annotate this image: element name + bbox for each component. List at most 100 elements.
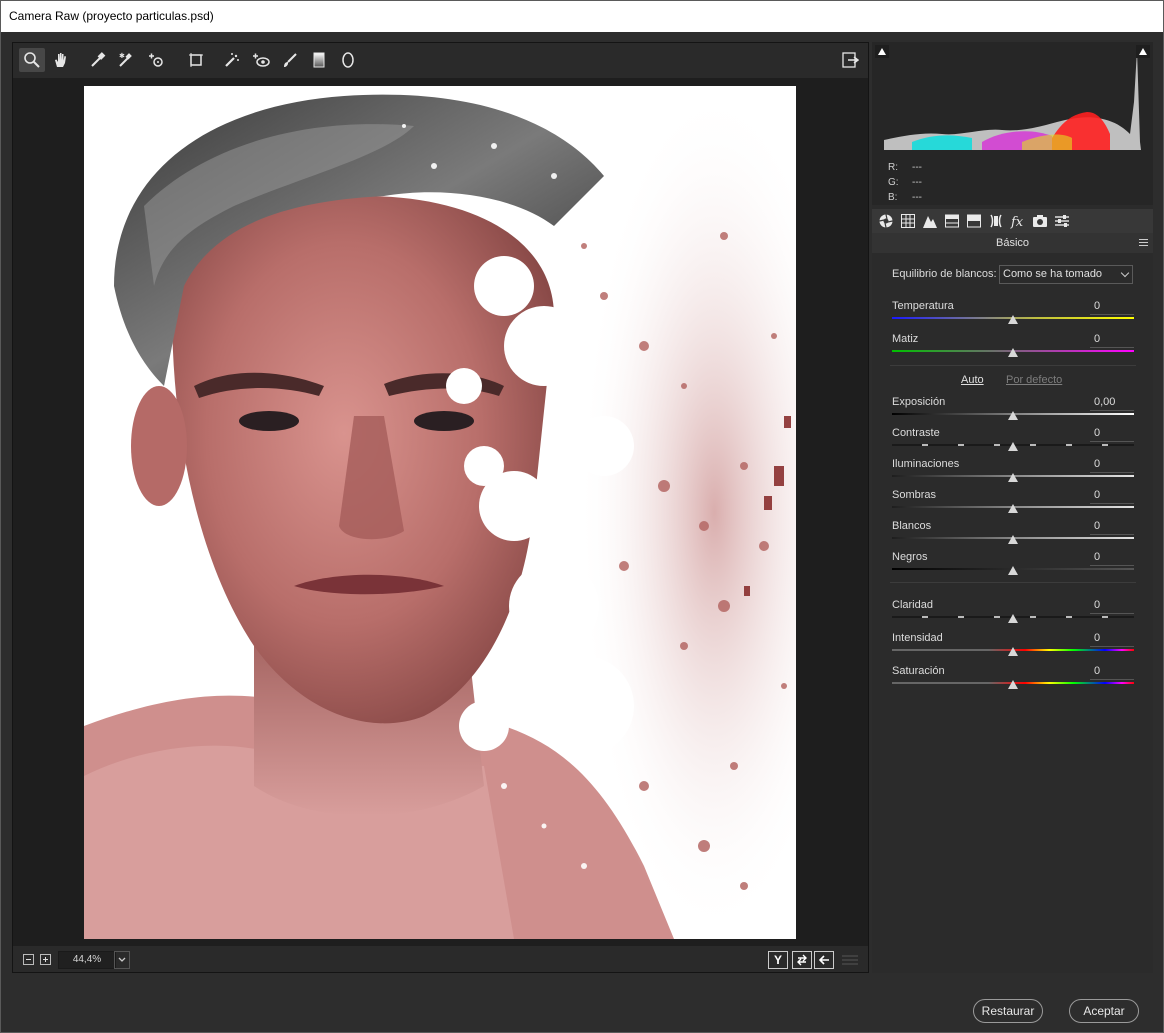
- slider-thumb[interactable]: [1008, 473, 1018, 482]
- slider-thumb[interactable]: [1008, 680, 1018, 689]
- canvas-area[interactable]: [13, 78, 868, 946]
- b-label: B:: [888, 192, 898, 203]
- radial-filter-tool-button[interactable]: [335, 48, 361, 72]
- slider-thumb[interactable]: [1008, 504, 1018, 513]
- swap-icon: [797, 954, 807, 966]
- toggle-settings-icon[interactable]: [841, 954, 859, 966]
- transform-icon: [189, 53, 203, 67]
- panel-menu-icon[interactable]: [1139, 239, 1148, 246]
- adjustment-brush-tool-button[interactable]: [277, 48, 303, 72]
- tab-basic[interactable]: [877, 212, 895, 230]
- zoom-in-button[interactable]: [40, 954, 51, 965]
- zoom-dropdown-button[interactable]: [114, 951, 130, 969]
- slider-value-field[interactable]: 0,00: [1090, 396, 1134, 411]
- white-balance-select[interactable]: Como se ha tomado: [999, 265, 1133, 284]
- slider-thumb[interactable]: [1008, 348, 1018, 357]
- slider-thumb[interactable]: [1008, 411, 1018, 420]
- slider-saturacion: Saturación 0: [892, 665, 1134, 695]
- divider: [890, 365, 1136, 366]
- accept-button[interactable]: Aceptar: [1069, 999, 1139, 1023]
- triangle-up-icon: [878, 48, 886, 55]
- color-sampler-tool-button[interactable]: ✱: [113, 48, 139, 72]
- svg-text:fx: fx: [1010, 215, 1024, 229]
- brush-icon: [284, 53, 297, 67]
- slider-value-field[interactable]: 0: [1090, 427, 1134, 442]
- slider-value-field[interactable]: 0: [1090, 665, 1134, 680]
- highlight-clipping-warning-button[interactable]: [1136, 45, 1150, 58]
- slider-intensidad: Intensidad 0: [892, 632, 1134, 662]
- slider-value-field[interactable]: 0: [1090, 300, 1134, 315]
- slider-thumb[interactable]: [1008, 647, 1018, 656]
- zoom-bar: 44,4% Y: [13, 946, 868, 972]
- slider-label: Exposición: [892, 396, 946, 408]
- hand-tool-button[interactable]: [48, 48, 74, 72]
- slider-thumb[interactable]: [1008, 442, 1018, 451]
- slider-label: Negros: [892, 551, 928, 563]
- auto-link[interactable]: Auto: [961, 374, 984, 386]
- lens-icon: [990, 214, 1002, 228]
- tab-split-toning[interactable]: [965, 212, 983, 230]
- targeted-adjustment-tool-button[interactable]: [143, 48, 169, 72]
- slider-value-field[interactable]: 0: [1090, 551, 1134, 566]
- slider-value-field[interactable]: 0: [1090, 520, 1134, 535]
- tab-camera-calibration[interactable]: [1031, 212, 1049, 230]
- spot-removal-tool-button[interactable]: [219, 48, 245, 72]
- copy-settings-button[interactable]: [814, 951, 834, 969]
- toolbar: ✱: [13, 43, 868, 78]
- window-title: Camera Raw (proyecto particulas.psd): [9, 9, 214, 23]
- svg-text:✱: ✱: [119, 52, 125, 60]
- shadow-clipping-warning-button[interactable]: [875, 45, 889, 58]
- mountain-icon: [923, 216, 937, 228]
- slider-thumb[interactable]: [1008, 614, 1018, 623]
- slider-temperatura: Temperatura 0: [892, 300, 1134, 330]
- gradient-icon: [313, 52, 325, 68]
- tab-effects[interactable]: fx: [1009, 212, 1027, 230]
- restore-button[interactable]: Restaurar: [973, 999, 1043, 1023]
- hsl-icon: [945, 214, 959, 228]
- tab-lens-corrections[interactable]: [987, 212, 1005, 230]
- camera-icon: [1033, 215, 1047, 227]
- slider-label: Temperatura: [892, 300, 954, 312]
- before-after-view-button[interactable]: Y: [768, 951, 788, 969]
- tab-presets[interactable]: [1053, 212, 1071, 230]
- zoom-tool-button[interactable]: [19, 48, 45, 72]
- tab-tone-curve[interactable]: [899, 212, 917, 230]
- transform-tool-button[interactable]: [183, 48, 209, 72]
- slider-value-field[interactable]: 0: [1090, 632, 1134, 647]
- slider-value-field[interactable]: 0: [1090, 458, 1134, 473]
- arrow-left-icon: [818, 955, 829, 965]
- divider: [890, 582, 1136, 583]
- default-link[interactable]: Por defecto: [1006, 374, 1062, 386]
- slider-label: Intensidad: [892, 632, 943, 644]
- title-bar: Camera Raw (proyecto particulas.psd): [1, 1, 1163, 32]
- slider-value-field[interactable]: 0: [1090, 489, 1134, 504]
- preferences-toggle-button[interactable]: [838, 49, 862, 71]
- slider-value-field[interactable]: 0: [1090, 333, 1134, 348]
- r-value: ---: [912, 162, 922, 173]
- zoom-out-button[interactable]: [23, 954, 34, 965]
- auto-default-links: Auto Por defecto: [892, 374, 1134, 388]
- radial-icon: [342, 52, 354, 68]
- slider-thumb[interactable]: [1008, 566, 1018, 575]
- swap-settings-button[interactable]: [792, 951, 812, 969]
- target-adjust-icon: [149, 53, 163, 67]
- white-balance-label: Equilibrio de blancos:: [892, 268, 997, 280]
- sliders-icon: [1055, 215, 1069, 227]
- tab-hsl[interactable]: [943, 212, 961, 230]
- hand-icon: [55, 53, 66, 67]
- zoom-level-field[interactable]: 44,4%: [58, 951, 116, 969]
- b-value: ---: [912, 192, 922, 203]
- graduated-filter-tool-button[interactable]: [306, 48, 332, 72]
- slider-thumb[interactable]: [1008, 535, 1018, 544]
- red-eye-tool-button[interactable]: [248, 48, 274, 72]
- panel-tabs: fx: [872, 209, 1153, 233]
- slider-negros: Negros 0: [892, 551, 1134, 581]
- slider-value-field[interactable]: 0: [1090, 599, 1134, 614]
- slider-thumb[interactable]: [1008, 315, 1018, 324]
- g-value: ---: [912, 177, 922, 188]
- slider-iluminaciones: Iluminaciones 0: [892, 458, 1134, 488]
- tab-detail[interactable]: [921, 212, 939, 230]
- white-balance-tool-button[interactable]: [85, 48, 111, 72]
- slider-label: Blancos: [892, 520, 932, 532]
- view-mode-label: Y: [773, 953, 782, 967]
